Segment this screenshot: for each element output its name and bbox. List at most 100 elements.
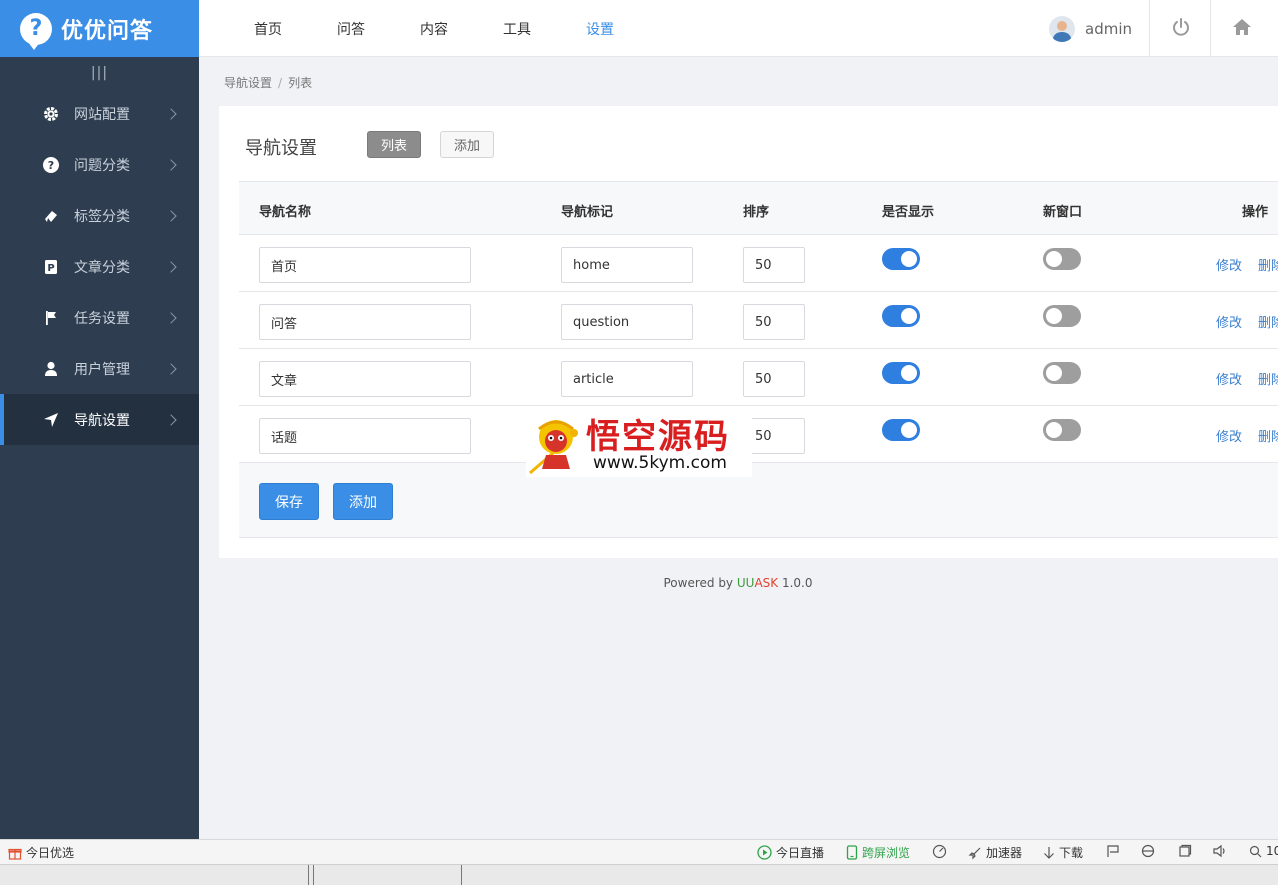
breadcrumb: 导航设置 / 列表 [224,74,312,91]
toggle-knob [1046,422,1062,438]
nav-sort-input[interactable]: 50 [743,247,805,283]
window-icon [1179,844,1192,857]
sidebar-item-tag-category[interactable]: 标签分类 [0,190,199,241]
edit-link[interactable]: 修改 [1216,255,1242,274]
cross-screen-browse[interactable]: 跨屏浏览 [846,844,910,861]
delete-link[interactable]: 删除 [1258,255,1278,274]
zoom-control[interactable]: 10 [1249,844,1278,858]
watermark: 悟空源码 www.5kym.com [526,407,752,477]
column-header-mark: 导航标记 [561,205,614,220]
footer-brand-uu: UU [736,576,755,590]
nav-name-input[interactable]: 话题 [259,418,471,454]
home-icon [1232,17,1252,41]
page-title: 导航设置 [245,138,317,159]
logo[interactable]: ? 优优问答 [0,0,199,57]
svg-text:?: ? [48,159,54,172]
sidebar-item-label: 文章分类 [74,259,130,276]
nav-name-input[interactable]: 首页 [259,247,471,283]
home-button[interactable] [1210,0,1272,57]
tab-add[interactable]: 添加 [440,131,494,158]
table-row: 首页 home 50 修改 删除 [239,235,1278,292]
logout-button[interactable] [1149,0,1211,57]
speed-dial-button[interactable] [932,844,951,859]
sidebar-item-nav-settings[interactable]: 导航设置 [0,394,199,445]
delete-link[interactable]: 删除 [1258,426,1278,445]
footer-brand[interactable]: UUASK [737,576,778,590]
column-header-visible: 是否显示 [882,205,935,220]
flag-icon [42,309,60,327]
accelerator[interactable]: 加速器 [968,844,1022,861]
edit-link[interactable]: 修改 [1216,369,1242,388]
breadcrumb-separator: / [278,76,283,90]
window-button[interactable] [1178,844,1196,858]
today-picks[interactable]: 今日优选 [8,844,74,861]
visible-toggle[interactable] [882,248,920,270]
tab-list[interactable]: 列表 [367,131,421,158]
visible-toggle[interactable] [882,305,920,327]
sidebar-item-task-settings[interactable]: 任务设置 [0,292,199,343]
top-nav-qa[interactable]: 问答 [337,19,420,39]
nav-mark-input[interactable]: question [561,304,693,340]
nav-mark-input[interactable]: home [561,247,693,283]
nav-sort-input[interactable]: 50 [743,418,805,454]
avatar [1049,15,1075,42]
toggle-knob [1046,365,1062,381]
add-row-button[interactable]: 添加 [333,483,393,520]
nav-sort-input[interactable]: 50 [743,304,805,340]
sidebar-item-label: 网站配置 [74,106,130,123]
location-arrow-icon [42,411,60,429]
sidebar-item-label: 问题分类 [74,157,130,174]
table-row: 文章 article 50 修改 删除 [239,349,1278,406]
save-button[interactable]: 保存 [259,483,319,520]
nav-mark-input[interactable]: article [561,361,693,397]
breadcrumb-parent[interactable]: 导航设置 [224,76,272,90]
edit-link[interactable]: 修改 [1216,426,1242,445]
edit-link[interactable]: 修改 [1216,312,1242,331]
new-window-toggle[interactable] [1043,248,1081,270]
chevron-right-icon [165,158,177,171]
top-nav-tools[interactable]: 工具 [503,19,586,39]
menu-collapse-toggle[interactable]: ||| [0,57,199,88]
toggle-knob [901,365,917,381]
nav-name-input[interactable]: 问答 [259,304,471,340]
today-live[interactable]: 今日直播 [757,844,824,861]
magnifier-icon [1249,845,1262,857]
new-window-toggle[interactable] [1043,362,1081,384]
toggle-knob [901,251,917,267]
downloads[interactable]: 下载 [1043,844,1083,861]
nav-sort-input[interactable]: 50 [743,361,805,397]
sidebar-item-label: 任务设置 [74,310,130,327]
visible-toggle[interactable] [882,362,920,384]
volume-button[interactable] [1212,844,1232,858]
taskbar-divider [308,865,309,885]
sidebar-item-question-category[interactable]: ? 问题分类 [0,139,199,190]
logo-text: 优优问答 [61,18,154,44]
visible-toggle[interactable] [882,419,920,441]
nav-name-input[interactable]: 文章 [259,361,471,397]
user-name: admin [1085,19,1132,38]
delete-link[interactable]: 删除 [1258,312,1278,331]
sidebar-item-site-config[interactable]: 网站配置 [0,88,199,139]
sidebar-item-label: 标签分类 [74,208,130,225]
sidebar-item-label: 用户管理 [74,361,130,378]
table-row: 话题 50 修改 删除 [239,406,1278,463]
top-nav-settings[interactable]: 设置 [586,19,669,39]
top-nav-home[interactable]: 首页 [254,19,337,39]
rocket-icon [968,847,981,859]
sidebar-item-article-category[interactable]: P 文章分类 [0,241,199,292]
new-window-toggle[interactable] [1043,419,1081,441]
top-nav-content[interactable]: 内容 [420,19,503,39]
browser-logo-button[interactable] [1141,844,1159,858]
footer-brand-ask: ASK [754,576,779,590]
chevron-right-icon [165,107,177,120]
zoom-level: 10 [1266,844,1278,858]
flag-button[interactable] [1106,844,1124,858]
browser-status-bar: 今日优选 今日直播 跨屏浏览 加速器 下载 10 [0,839,1278,864]
delete-link[interactable]: 删除 [1258,369,1278,388]
new-window-toggle[interactable] [1043,305,1081,327]
svg-text:P: P [47,263,54,274]
powered-by-label: Powered by [663,576,737,590]
sidebar-item-user-management[interactable]: 用户管理 [0,343,199,394]
user-menu[interactable]: admin [1049,0,1132,57]
article-icon: P [42,258,60,276]
